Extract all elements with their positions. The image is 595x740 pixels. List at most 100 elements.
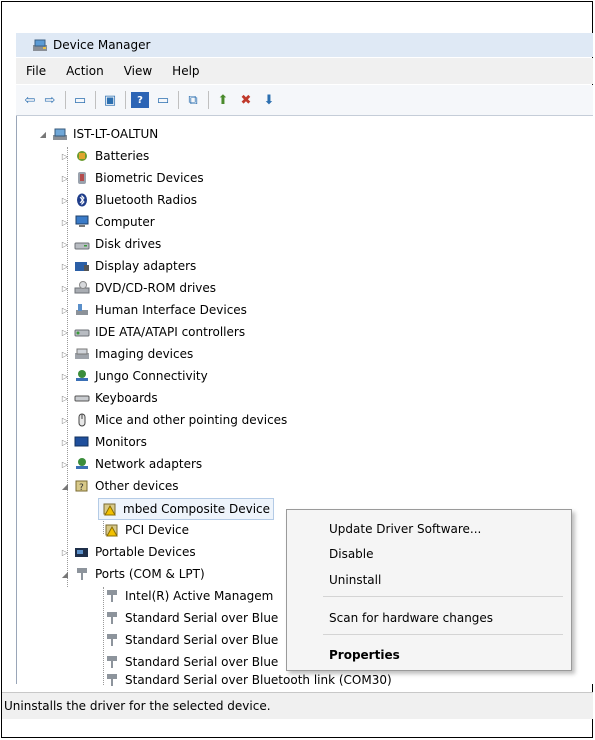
tree-root[interactable]: ◢ IST-LT-OALTUN bbox=[38, 124, 158, 144]
expand-arrow-icon[interactable]: ▷ bbox=[60, 328, 70, 337]
disk-drive-icon bbox=[74, 242, 90, 250]
keyboard-icon bbox=[74, 395, 90, 402]
tree-item-port-serial-com30[interactable]: Standard Serial over Bluetooth link (COM… bbox=[104, 673, 392, 687]
hid-icon bbox=[76, 304, 88, 315]
tree-item-network[interactable]: ▷ Network adapters bbox=[60, 454, 202, 474]
tree-item-hid[interactable]: ▷ Human Interface Devices bbox=[60, 300, 247, 320]
tree-item-port-serial-1[interactable]: Standard Serial over Blue bbox=[104, 608, 278, 628]
menu-help[interactable]: Help bbox=[172, 64, 199, 78]
menu-bar: File Action View Help bbox=[16, 58, 593, 84]
expand-arrow-icon[interactable]: ▷ bbox=[60, 460, 70, 469]
expand-arrow-icon[interactable]: ▷ bbox=[60, 174, 70, 183]
toolbar-separator bbox=[208, 91, 209, 109]
tree-item-computer[interactable]: ▷ Computer bbox=[60, 212, 155, 232]
expand-arrow-icon[interactable]: ▷ bbox=[60, 372, 70, 381]
properties-icon[interactable]: ▭ bbox=[71, 92, 89, 108]
computer-icon bbox=[53, 128, 67, 140]
tree-root-label: IST-LT-OALTUN bbox=[73, 127, 159, 141]
expand-arrow-icon[interactable]: ▷ bbox=[60, 196, 70, 205]
bluetooth-icon bbox=[77, 193, 87, 207]
display-adapter-icon bbox=[75, 262, 89, 271]
monitor-icon bbox=[75, 215, 89, 227]
port-icon bbox=[107, 612, 117, 624]
unknown-device-icon: ? bbox=[75, 480, 88, 493]
tree-item-monitors[interactable]: ▷ Monitors bbox=[60, 432, 147, 452]
toolbar: ⇦ ⇨ ▭ ▣ ? ▭ ⧉ ⬆ ✖ ⬇ bbox=[16, 85, 593, 116]
menu-action[interactable]: Action bbox=[66, 64, 104, 78]
menu-item-scan-hardware[interactable]: Scan for hardware changes bbox=[329, 611, 493, 625]
help-icon[interactable]: ? bbox=[131, 92, 149, 108]
expand-arrow-icon[interactable]: ▷ bbox=[60, 394, 70, 403]
ide-controller-icon bbox=[74, 329, 90, 337]
dvd-drive-icon bbox=[74, 281, 90, 294]
tree-item-mice[interactable]: ▷ Mice and other pointing devices bbox=[60, 410, 287, 430]
monitor-icon bbox=[74, 436, 89, 447]
menu-file[interactable]: File bbox=[26, 64, 46, 78]
toolbar-separator bbox=[95, 91, 96, 109]
expand-arrow-icon[interactable]: ▷ bbox=[60, 306, 70, 315]
menu-item-disable[interactable]: Disable bbox=[329, 547, 374, 561]
tree-item-imaging[interactable]: ▷ Imaging devices bbox=[60, 344, 193, 364]
scan-hardware-icon[interactable]: ⧉ bbox=[184, 92, 202, 108]
show-hidden-icon[interactable]: ▭ bbox=[154, 92, 172, 108]
tree-item-batteries[interactable]: ▷ Batteries bbox=[60, 146, 149, 166]
tree-item-ide[interactable]: ▷ IDE ATA/ATAPI controllers bbox=[60, 322, 245, 342]
tree-item-port-serial-2[interactable]: Standard Serial over Blue bbox=[104, 630, 278, 650]
tree-item-dvd[interactable]: ▷ DVD/CD-ROM drives bbox=[60, 278, 216, 298]
expand-arrow-icon[interactable]: ▷ bbox=[60, 438, 70, 447]
svg-text:?: ? bbox=[79, 483, 84, 493]
expand-arrow-icon[interactable]: ▷ bbox=[60, 350, 70, 359]
tree-item-port-intel[interactable]: Intel(R) Active Managem bbox=[104, 586, 273, 606]
forward-icon[interactable]: ⇨ bbox=[41, 92, 59, 108]
tree-item-disk-drives[interactable]: ▷ Disk drives bbox=[60, 234, 161, 254]
warning-device-icon bbox=[103, 503, 116, 516]
collapse-arrow-icon[interactable]: ◢ bbox=[38, 130, 48, 139]
menu-item-properties[interactable]: Properties bbox=[329, 648, 400, 662]
port-icon bbox=[107, 674, 117, 686]
menu-view[interactable]: View bbox=[124, 64, 152, 78]
port-icon bbox=[107, 590, 117, 602]
fingerprint-icon bbox=[78, 172, 86, 184]
tree-item-keyboards[interactable]: ▷ Keyboards bbox=[60, 388, 158, 408]
tree-item-portable-devices[interactable]: ▷ Portable Devices bbox=[60, 542, 196, 562]
tree-item-pci-device[interactable]: PCI Device bbox=[104, 520, 189, 540]
menu-separator bbox=[323, 596, 563, 597]
status-text: Uninstalls the driver for the selected d… bbox=[4, 699, 271, 713]
computer-management-icon bbox=[33, 39, 47, 51]
tree-item-mbed-composite-device[interactable]: mbed Composite Device bbox=[98, 498, 275, 520]
collapse-arrow-icon[interactable]: ◢ bbox=[60, 570, 70, 579]
back-icon[interactable]: ⇦ bbox=[21, 92, 39, 108]
expand-arrow-icon[interactable]: ▷ bbox=[60, 262, 70, 271]
tree-item-other-devices[interactable]: ◢ ? Other devices bbox=[60, 476, 179, 496]
expand-arrow-icon[interactable]: ▷ bbox=[60, 548, 70, 557]
expand-arrow-icon[interactable]: ▷ bbox=[60, 416, 70, 425]
window-title: Device Manager bbox=[53, 38, 151, 52]
expand-arrow-icon[interactable]: ▷ bbox=[60, 152, 70, 161]
portable-device-icon bbox=[75, 548, 88, 557]
tree-item-jungo[interactable]: ▷ Jungo Connectivity bbox=[60, 366, 208, 386]
battery-icon bbox=[77, 151, 87, 161]
tree-item-biometric[interactable]: ▷ Biometric Devices bbox=[60, 168, 204, 188]
title-bar: Device Manager bbox=[16, 33, 593, 57]
expand-arrow-icon[interactable]: ▷ bbox=[60, 218, 70, 227]
menu-item-uninstall[interactable]: Uninstall bbox=[329, 573, 381, 587]
expand-arrow-icon[interactable]: ▷ bbox=[60, 284, 70, 293]
tree-item-bluetooth[interactable]: ▷ Bluetooth Radios bbox=[60, 190, 197, 210]
expand-arrow-icon[interactable]: ▷ bbox=[60, 240, 70, 249]
menu-separator bbox=[323, 634, 563, 635]
mouse-icon bbox=[78, 413, 86, 427]
uninstall-icon[interactable]: ✖ bbox=[237, 92, 255, 108]
collapse-arrow-icon[interactable]: ◢ bbox=[60, 482, 70, 491]
disable-icon[interactable]: ⬇ bbox=[260, 92, 278, 108]
port-icon bbox=[107, 656, 117, 668]
toolbar-separator bbox=[125, 91, 126, 109]
tree-item-ports[interactable]: ◢ Ports (COM & LPT) bbox=[60, 564, 205, 584]
menu-item-update-driver[interactable]: Update Driver Software... bbox=[329, 522, 481, 536]
scanner-icon bbox=[75, 348, 89, 359]
update-driver-icon[interactable]: ⬆ bbox=[214, 92, 232, 108]
context-menu: Update Driver Software... Disable Uninst… bbox=[286, 509, 572, 671]
tree-item-port-serial-3[interactable]: Standard Serial over Blue bbox=[104, 652, 278, 672]
tree-item-display-adapters[interactable]: ▷ Display adapters bbox=[60, 256, 196, 276]
status-bar: Uninstalls the driver for the selected d… bbox=[2, 692, 593, 719]
refresh-icon[interactable]: ▣ bbox=[101, 92, 119, 108]
